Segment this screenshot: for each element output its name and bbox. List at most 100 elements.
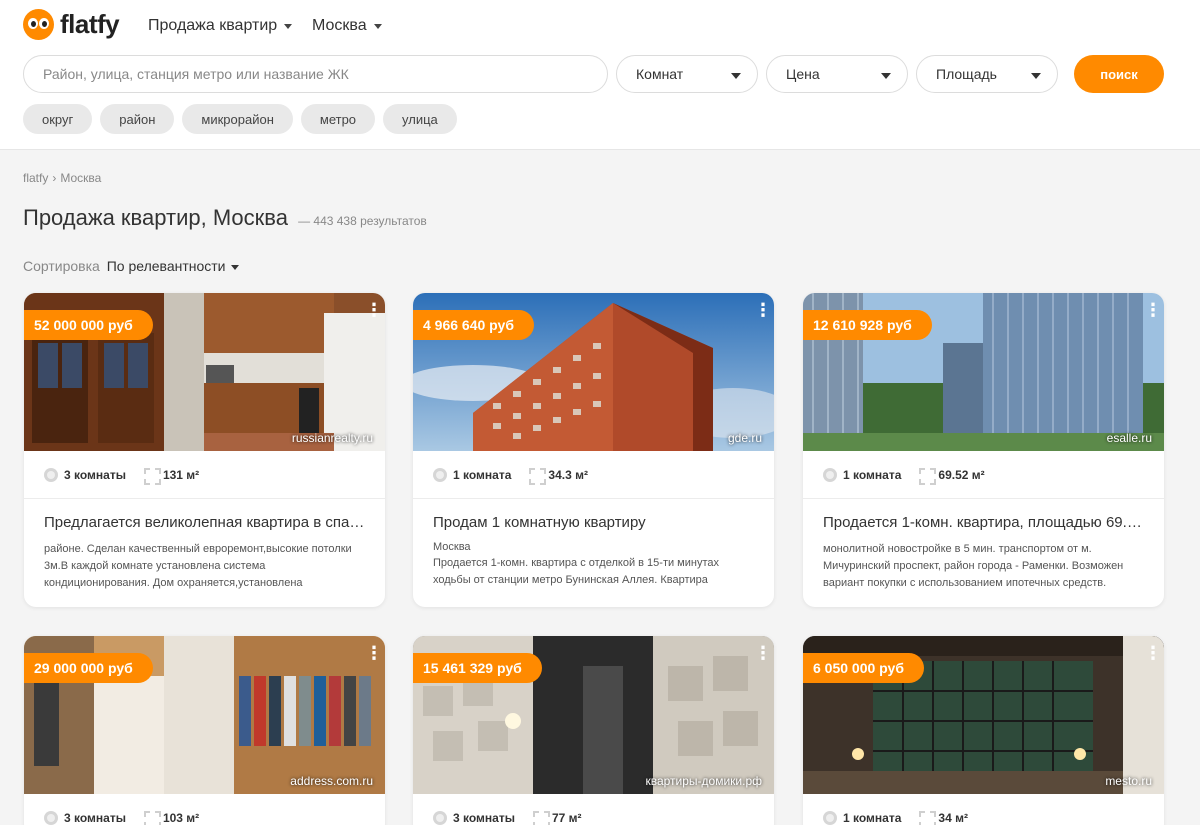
chip-okrug[interactable]: округ — [23, 104, 93, 134]
rooms-info: 3 комнаты — [44, 467, 126, 482]
rooms-icon — [823, 810, 837, 825]
area-icon — [919, 468, 937, 485]
more-options-icon[interactable]: ⋮ — [365, 644, 383, 662]
deal-type-label: Продажа квартир — [148, 17, 278, 34]
listing-meta: 1 комната 34 м² — [803, 794, 1164, 825]
rooms-count: 3 комнаты — [64, 467, 126, 482]
listing-card[interactable]: 6 050 000 руб ⋮ mesto.ru 1 комната 34 м² — [803, 636, 1164, 825]
area-info: 34 м² — [919, 811, 968, 825]
listing-title[interactable]: Продам 1 комнатную квартиру — [413, 499, 774, 531]
search-input[interactable] — [23, 55, 608, 93]
location-chips: округ район микрорайон метро улица — [23, 104, 457, 134]
header: flatfy Продажа квартир Москва Комнат Цен… — [0, 0, 1200, 150]
listing-photo[interactable]: 12 610 928 руб ⋮ esalle.ru — [803, 293, 1164, 451]
rooms-info: 1 комната — [433, 467, 511, 482]
page-title: Продажа квартир, Москва — 443 438 резуль… — [23, 205, 427, 231]
rooms-info: 1 комната — [823, 467, 901, 482]
price-tag: 4 966 640 руб — [413, 310, 534, 340]
area-value: 34.3 м² — [548, 467, 588, 482]
breadcrumb-separator: › — [52, 171, 57, 185]
chip-rayon[interactable]: район — [100, 104, 175, 134]
area-value: 103 м² — [162, 810, 200, 825]
more-options-icon[interactable]: ⋮ — [1144, 301, 1162, 319]
rooms-icon — [823, 467, 837, 482]
chevron-down-icon — [373, 23, 382, 29]
listing-meta: 1 комната 34.3 м² — [413, 451, 774, 499]
chevron-down-icon — [881, 73, 891, 79]
breadcrumb-home[interactable]: flatfy — [23, 171, 48, 185]
rooms-count: 3 комнаты — [64, 810, 126, 825]
area-icon — [143, 468, 161, 485]
listing-meta: 1 комната 69.52 м² — [803, 451, 1164, 499]
results-count: — 443 438 результатов — [298, 214, 427, 228]
sort-label: Сортировка — [23, 258, 100, 274]
area-value: 34 м² — [938, 810, 968, 825]
source-label[interactable]: квартиры-домики.рф — [645, 774, 762, 788]
rooms-icon — [433, 810, 447, 825]
rooms-count: 3 комнаты — [453, 810, 515, 825]
area-info: 34.3 м² — [529, 467, 588, 485]
listing-card[interactable]: 52 000 000 руб ⋮ russianrealty.ru 3 комн… — [24, 293, 385, 607]
more-options-icon[interactable]: ⋮ — [754, 644, 772, 662]
area-icon — [529, 468, 547, 485]
city-menu[interactable]: Москва — [312, 17, 382, 35]
source-label[interactable]: esalle.ru — [1107, 431, 1152, 445]
chip-mikrorayon[interactable]: микрорайон — [182, 104, 293, 134]
search-button[interactable]: поиск — [1074, 55, 1164, 93]
listing-card[interactable]: 29 000 000 руб ⋮ address.com.ru 3 комнат… — [24, 636, 385, 825]
more-options-icon[interactable]: ⋮ — [365, 301, 383, 319]
logo[interactable]: flatfy — [23, 9, 120, 40]
listing-meta: 3 комнаты 131 м² — [24, 451, 385, 499]
rooms-icon — [44, 467, 58, 482]
rooms-count: 1 комната — [843, 810, 902, 825]
source-label[interactable]: russianrealty.ru — [292, 431, 373, 445]
listing-card[interactable]: 4 966 640 руб ⋮ gde.ru 1 комната 34.3 м²… — [413, 293, 774, 607]
area-icon — [143, 811, 161, 825]
source-label[interactable]: address.com.ru — [290, 774, 373, 788]
source-label[interactable]: mesto.ru — [1105, 774, 1152, 788]
listing-meta: 3 комнаты 103 м² — [24, 794, 385, 825]
area-value: 131 м² — [162, 467, 200, 482]
sort-dropdown[interactable]: По релевантности — [107, 258, 239, 274]
page-title-text: Продажа квартир, Москва — [23, 205, 288, 230]
listing-photo[interactable]: 6 050 000 руб ⋮ mesto.ru — [803, 636, 1164, 794]
owl-logo-icon — [23, 9, 54, 40]
area-info: 69.52 м² — [919, 468, 985, 485]
listing-photo[interactable]: 52 000 000 руб ⋮ russianrealty.ru — [24, 293, 385, 451]
price-filter[interactable]: Цена — [766, 55, 908, 93]
listing-meta: 3 комнаты 77 м² — [413, 794, 774, 825]
chip-metro[interactable]: метро — [300, 104, 376, 134]
city-label: Москва — [312, 17, 367, 34]
area-icon — [919, 811, 937, 825]
listing-title[interactable]: Предлагается великолепная квартира в спа… — [24, 499, 385, 531]
listing-card[interactable]: 15 461 329 руб ⋮ квартиры-домики.рф 3 ко… — [413, 636, 774, 825]
listing-photo[interactable]: 4 966 640 руб ⋮ gde.ru — [413, 293, 774, 451]
area-info: 103 м² — [143, 810, 200, 825]
area-filter[interactable]: Площадь — [916, 55, 1058, 93]
listing-card[interactable]: 12 610 928 руб ⋮ esalle.ru 1 комната 69.… — [803, 293, 1164, 607]
breadcrumb-city[interactable]: Москва — [60, 171, 101, 185]
price-tag: 6 050 000 руб — [803, 653, 924, 683]
price-tag: 52 000 000 руб — [24, 310, 153, 340]
listing-description: районе. Сделан качественный евроремонт,в… — [44, 543, 352, 589]
chip-ulitsa[interactable]: улица — [383, 104, 457, 134]
source-label[interactable]: gde.ru — [728, 431, 762, 445]
more-options-icon[interactable]: ⋮ — [1144, 644, 1162, 662]
rooms-filter[interactable]: Комнат — [616, 55, 758, 93]
price-filter-label: Цена — [786, 66, 820, 82]
price-tag: 29 000 000 руб — [24, 653, 153, 683]
price-tag: 12 610 928 руб — [803, 310, 932, 340]
rooms-icon — [44, 810, 58, 825]
listing-description: монолитной новостройке в 5 мин. транспор… — [823, 543, 1124, 589]
listing-photo[interactable]: 29 000 000 руб ⋮ address.com.ru — [24, 636, 385, 794]
chevron-down-icon — [230, 264, 239, 270]
listing-photo[interactable]: 15 461 329 руб ⋮ квартиры-домики.рф — [413, 636, 774, 794]
deal-type-menu[interactable]: Продажа квартир — [148, 17, 293, 35]
chevron-down-icon — [731, 73, 741, 79]
listing-title[interactable]: Продается 1-комн. квартира, площадью 69.… — [803, 499, 1164, 531]
breadcrumb: flatfy › Москва — [23, 171, 101, 185]
rooms-info: 3 комнаты — [44, 810, 126, 825]
more-options-icon[interactable]: ⋮ — [754, 301, 772, 319]
area-icon — [532, 811, 550, 825]
rooms-icon — [433, 467, 447, 482]
